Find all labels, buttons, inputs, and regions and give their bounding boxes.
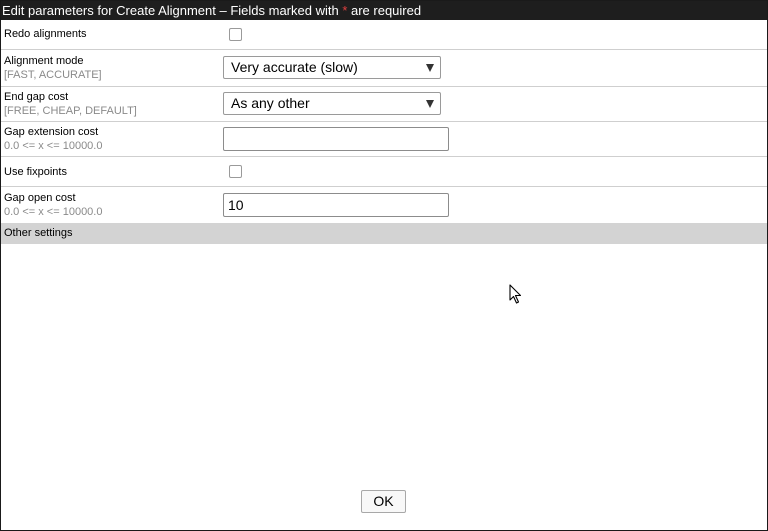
row-end-gap-cost: End gap cost [FREE, CHEAP, DEFAULT] As a… xyxy=(1,87,767,122)
gap-extension-cost-input[interactable] xyxy=(223,127,449,151)
gap-extension-cost-label: Gap extension cost xyxy=(4,126,99,138)
row-gap-extension-cost: Gap extension cost 0.0 <= x <= 10000.0 xyxy=(1,122,767,157)
gap-open-cost-label: Gap open cost xyxy=(4,192,76,204)
dialog-title: Edit parameters for Create Alignment – F… xyxy=(1,1,767,20)
row-use-fixpoints: Use fixpoints xyxy=(1,157,767,187)
dialog-title-suffix: are required xyxy=(347,3,422,18)
chevron-down-icon xyxy=(426,100,434,108)
end-gap-cost-label: End gap cost xyxy=(4,91,69,103)
end-gap-cost-select[interactable]: As any other xyxy=(223,92,441,115)
alignment-mode-label: Alignment mode xyxy=(4,55,84,67)
end-gap-cost-value: As any other xyxy=(231,95,310,111)
ok-button[interactable]: OK xyxy=(361,490,406,513)
end-gap-cost-hint: [FREE, CHEAP, DEFAULT] xyxy=(4,105,137,117)
row-gap-open-cost: Gap open cost 0.0 <= x <= 10000.0 10 xyxy=(1,187,767,223)
redo-alignments-label: Redo alignments xyxy=(4,28,87,40)
gap-open-cost-hint: 0.0 <= x <= 10000.0 xyxy=(4,206,103,218)
alignment-mode-value: Very accurate (slow) xyxy=(231,59,358,75)
gap-extension-cost-hint: 0.0 <= x <= 10000.0 xyxy=(4,140,103,152)
row-alignment-mode: Alignment mode [FAST, ACCURATE] Very acc… xyxy=(1,50,767,87)
alignment-mode-select[interactable]: Very accurate (slow) xyxy=(223,56,441,79)
gap-open-cost-input[interactable]: 10 xyxy=(223,193,449,217)
chevron-down-icon xyxy=(426,64,434,72)
use-fixpoints-checkbox[interactable] xyxy=(229,165,242,178)
dialog-title-prefix: Edit parameters for Create Alignment – F… xyxy=(2,3,343,18)
use-fixpoints-label: Use fixpoints xyxy=(4,166,67,178)
alignment-mode-hint: [FAST, ACCURATE] xyxy=(4,69,102,81)
edit-parameters-dialog: Edit parameters for Create Alignment – F… xyxy=(0,0,768,531)
redo-alignments-checkbox[interactable] xyxy=(229,28,242,41)
row-redo-alignments: Redo alignments xyxy=(1,20,767,50)
mouse-pointer-icon xyxy=(509,284,522,304)
other-settings-header[interactable]: Other settings xyxy=(1,223,767,244)
